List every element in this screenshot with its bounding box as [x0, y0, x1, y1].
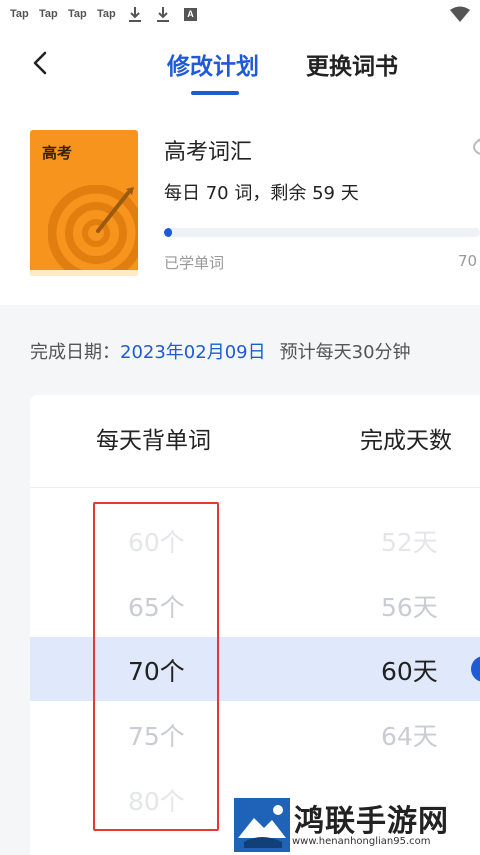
download-icon: [129, 7, 141, 22]
download-icon: [157, 7, 169, 22]
days-to-complete-header: 完成天数: [360, 428, 452, 454]
site-logo: [234, 798, 290, 852]
wifi-icon: [450, 6, 470, 22]
tab-modify-plan[interactable]: 修改计划: [167, 47, 259, 81]
watermark-url: www.henanhonglian95.com: [292, 836, 431, 847]
progress-label: 已学单词: [164, 254, 225, 272]
book-cover: 高考: [30, 130, 138, 276]
target-icon: [48, 185, 138, 270]
completion-date-value: 2023年02月09日: [120, 342, 266, 363]
tap-indicator: Tap: [97, 8, 116, 20]
book-title: 高考词汇: [164, 140, 253, 165]
book-cover-label: 高考: [42, 144, 73, 162]
book-cover-strip: [30, 270, 138, 276]
refresh-icon[interactable]: [470, 136, 480, 158]
divider: [30, 487, 480, 488]
progress-fill: [164, 228, 172, 237]
days-option-selected[interactable]: 60天: [381, 652, 438, 688]
estimated-time: 预计每天30分钟: [279, 342, 411, 363]
days-option[interactable]: 64天: [381, 717, 438, 753]
days-option[interactable]: 56天: [381, 588, 438, 624]
book-plan-summary: 每日 70 词，剩余 59 天: [164, 183, 359, 204]
days-option[interactable]: 52天: [381, 523, 438, 559]
tap-indicator: Tap: [68, 8, 87, 20]
words-per-day-header: 每天背单词: [96, 428, 211, 454]
tap-indicator: Tap: [10, 8, 29, 20]
progress-total: 70: [458, 252, 478, 270]
watermark: 鸿联手游网 www.henanhonglian95.com: [230, 794, 480, 855]
progress-bar: [164, 228, 480, 237]
tab-change-wordbook[interactable]: 更换词书: [306, 47, 398, 81]
back-button[interactable]: [28, 50, 54, 76]
annotation-highlight-box: [93, 502, 219, 831]
tap-indicator: Tap: [39, 8, 58, 20]
completion-date-line: 完成日期：2023年02月09日 预计每天30分钟: [30, 338, 411, 364]
status-bar: Tap Tap Tap Tap A: [0, 0, 480, 30]
watermark-title: 鸿联手游网: [294, 804, 449, 839]
completion-date-label: 完成日期：: [30, 342, 120, 363]
tab-active-indicator: [191, 91, 239, 95]
font-a-icon: A: [184, 8, 197, 21]
